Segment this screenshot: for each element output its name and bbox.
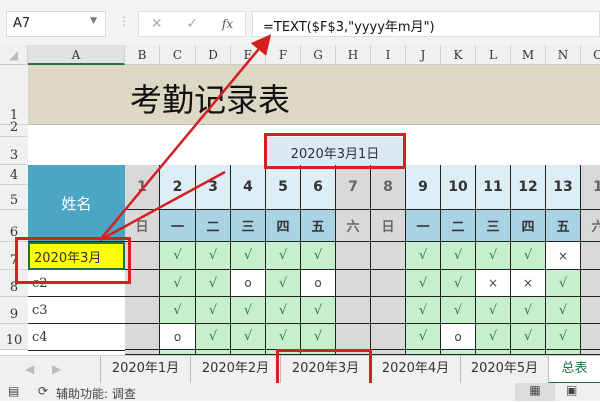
page-layout-icon[interactable]: ▣ bbox=[566, 383, 577, 397]
accessibility-icon[interactable]: ⟳ bbox=[38, 384, 48, 398]
annotation-arrows bbox=[99, 34, 272, 242]
tab-scroll-left-icon[interactable]: ◀ bbox=[25, 362, 34, 376]
tab-scroll-right-icon[interactable]: ▶ bbox=[52, 362, 61, 376]
normal-view-icon[interactable]: ▦ bbox=[515, 383, 555, 401]
macro-record-icon[interactable]: ▤ bbox=[8, 384, 19, 398]
sheet-tab[interactable]: 2020年2月 bbox=[190, 356, 280, 384]
sheet-tab[interactable]: 总表 bbox=[548, 356, 600, 384]
sheet-tab[interactable]: 2020年1月 bbox=[100, 356, 190, 384]
status-bar: ▤ ⟳ 辅助功能: 调查 ▦ ▣ bbox=[0, 383, 600, 401]
arrow-to-date bbox=[99, 170, 226, 242]
highlight-f3 bbox=[264, 133, 406, 169]
accessibility-status[interactable]: 辅助功能: 调查 bbox=[56, 385, 136, 402]
sheet-tab[interactable]: 2020年4月 bbox=[370, 356, 460, 384]
highlight-a7 bbox=[15, 237, 131, 284]
arrow-to-formula bbox=[99, 34, 272, 241]
sheet-tab[interactable]: 2020年5月 bbox=[460, 356, 548, 384]
